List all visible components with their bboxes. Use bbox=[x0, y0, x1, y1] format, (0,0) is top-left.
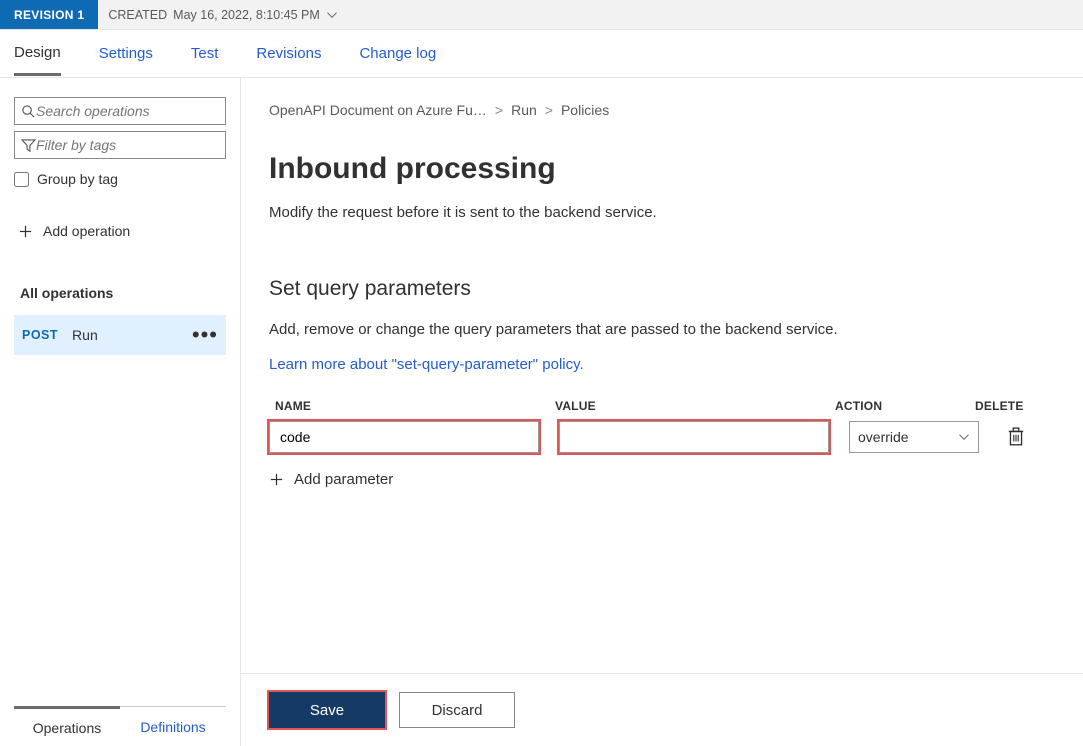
col-header-action: ACTION bbox=[835, 399, 975, 413]
main-tabs: Design Settings Test Revisions Change lo… bbox=[0, 30, 1083, 78]
query-params-table: NAME VALUE ACTION DELETE override bbox=[269, 399, 1055, 488]
group-by-tag-row[interactable]: Group by tag bbox=[14, 171, 226, 187]
group-by-tag-label: Group by tag bbox=[37, 171, 118, 187]
section-description: Add, remove or change the query paramete… bbox=[269, 321, 1055, 338]
breadcrumb-current: Policies bbox=[561, 102, 609, 118]
add-parameter-label: Add parameter bbox=[294, 471, 393, 488]
param-action-select[interactable]: override bbox=[849, 421, 979, 453]
param-action-value: override bbox=[858, 429, 909, 445]
plus-icon bbox=[269, 472, 284, 487]
breadcrumb-api[interactable]: OpenAPI Document on Azure Fu… bbox=[269, 102, 487, 118]
revision-created-label: CREATED bbox=[108, 8, 167, 22]
learn-more-link[interactable]: Learn more about "set-query-parameter" p… bbox=[269, 356, 584, 373]
group-by-tag-checkbox[interactable] bbox=[14, 172, 29, 187]
breadcrumb-sep-1: > bbox=[495, 102, 503, 118]
breadcrumb: OpenAPI Document on Azure Fu… > Run > Po… bbox=[269, 102, 1055, 118]
trash-icon[interactable] bbox=[1007, 427, 1025, 447]
revision-badge: REVISION 1 bbox=[0, 0, 98, 29]
filter-icon bbox=[21, 138, 36, 153]
param-name-input[interactable] bbox=[269, 421, 539, 453]
search-icon bbox=[21, 104, 36, 119]
chevron-down-icon bbox=[326, 9, 338, 21]
discard-button[interactable]: Discard bbox=[399, 692, 515, 728]
table-row: override bbox=[269, 421, 1055, 453]
sidebar-bottom-tabs: Operations Definitions bbox=[14, 706, 226, 746]
tab-change-log[interactable]: Change log bbox=[359, 33, 436, 74]
search-operations-input[interactable] bbox=[36, 103, 219, 119]
breadcrumb-sep-2: > bbox=[545, 102, 553, 118]
tab-test[interactable]: Test bbox=[191, 33, 219, 74]
revision-meta[interactable]: CREATED May 16, 2022, 8:10:45 PM bbox=[98, 0, 347, 29]
chevron-down-icon bbox=[958, 431, 970, 443]
revision-created-timestamp: May 16, 2022, 8:10:45 PM bbox=[173, 8, 320, 22]
operation-row-run[interactable]: POST Run ••• bbox=[14, 315, 226, 355]
sidebar-tab-operations[interactable]: Operations bbox=[14, 706, 120, 746]
tab-settings[interactable]: Settings bbox=[99, 33, 153, 74]
page-subtitle: Modify the request before it is sent to … bbox=[269, 204, 1055, 221]
sidebar: Group by tag Add operation All operation… bbox=[0, 78, 241, 746]
page-title: Inbound processing bbox=[269, 152, 1055, 186]
content-area: OpenAPI Document on Azure Fu… > Run > Po… bbox=[241, 78, 1083, 673]
tab-revisions[interactable]: Revisions bbox=[256, 33, 321, 74]
param-value-input[interactable] bbox=[559, 421, 829, 453]
filter-tags-wrap[interactable] bbox=[14, 131, 226, 159]
add-operation-label: Add operation bbox=[43, 223, 130, 239]
search-operations-wrap[interactable] bbox=[14, 97, 226, 125]
col-header-value: VALUE bbox=[555, 399, 835, 413]
add-operation-button[interactable]: Add operation bbox=[14, 213, 226, 249]
filter-tags-input[interactable] bbox=[36, 137, 219, 153]
revision-bar: REVISION 1 CREATED May 16, 2022, 8:10:45… bbox=[0, 0, 1083, 30]
table-header-row: NAME VALUE ACTION DELETE bbox=[269, 399, 1055, 421]
operation-name-label: Run bbox=[72, 327, 98, 343]
footer-actions: Save Discard bbox=[241, 673, 1083, 746]
save-button[interactable]: Save bbox=[269, 692, 385, 728]
all-operations-header[interactable]: All operations bbox=[14, 273, 226, 313]
col-header-name: NAME bbox=[275, 399, 555, 413]
tab-design[interactable]: Design bbox=[14, 32, 61, 76]
col-header-delete: DELETE bbox=[975, 399, 1031, 413]
sidebar-tab-definitions[interactable]: Definitions bbox=[120, 707, 226, 746]
section-title: Set query parameters bbox=[269, 277, 1055, 301]
operation-method-badge: POST bbox=[22, 328, 58, 342]
add-parameter-button[interactable]: Add parameter bbox=[269, 471, 1055, 488]
operation-more-icon[interactable]: ••• bbox=[192, 331, 218, 339]
plus-icon bbox=[18, 224, 33, 239]
breadcrumb-operation[interactable]: Run bbox=[511, 102, 537, 118]
main-panel: OpenAPI Document on Azure Fu… > Run > Po… bbox=[241, 78, 1083, 746]
